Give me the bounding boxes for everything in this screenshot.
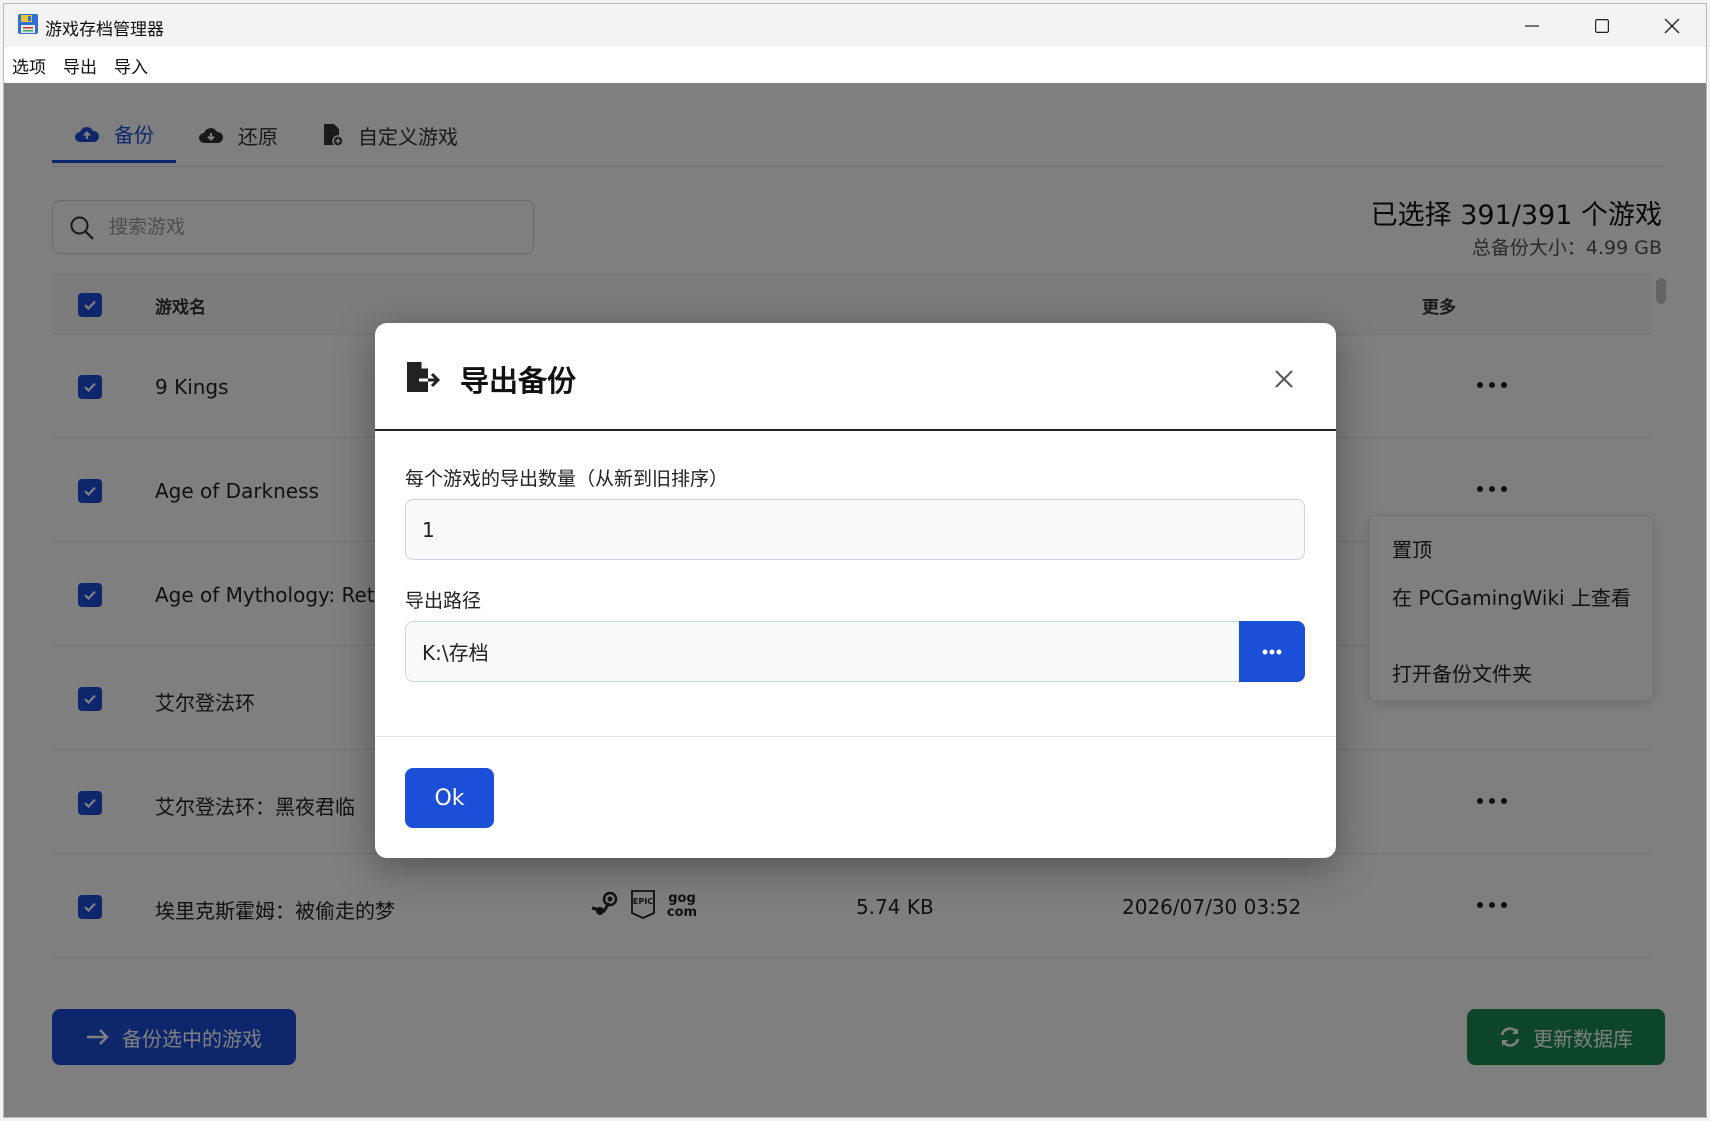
- menu-options[interactable]: 选项: [12, 53, 46, 78]
- close-icon: [1664, 18, 1680, 33]
- ellipsis-icon: [1262, 649, 1282, 654]
- browse-path-button[interactable]: [1239, 621, 1305, 682]
- maximize-icon: [1595, 18, 1609, 33]
- minimize-button[interactable]: [1497, 4, 1567, 47]
- export-backup-dialog: 导出备份 每个游戏的导出数量（从新到旧排序） 1 导出路径 K:\存档 Ok: [375, 323, 1336, 858]
- close-icon: [1275, 370, 1293, 388]
- export-count-input[interactable]: 1: [405, 499, 1305, 560]
- menu-import[interactable]: 导入: [114, 53, 148, 78]
- close-window-button[interactable]: [1637, 4, 1706, 47]
- dialog-title: 导出备份: [460, 364, 577, 398]
- dialog-close-button[interactable]: [1268, 363, 1300, 395]
- export-path-input[interactable]: K:\存档: [405, 621, 1241, 682]
- dialog-footer-divider: [375, 736, 1336, 737]
- export-path-label: 导出路径: [405, 590, 482, 612]
- floppy-disk-icon: [18, 14, 38, 34]
- menu-export[interactable]: 导出: [63, 53, 97, 78]
- maximize-button[interactable]: [1567, 4, 1637, 47]
- file-export-icon: [407, 362, 441, 392]
- window-title: 游戏存档管理器: [45, 20, 164, 40]
- dialog-header: 导出备份: [375, 323, 1336, 431]
- menu-bar: 选项 导出 导入: [4, 47, 1706, 83]
- minimize-icon: [1525, 24, 1539, 27]
- ok-button[interactable]: Ok: [405, 768, 494, 828]
- export-count-label: 每个游戏的导出数量（从新到旧排序）: [405, 468, 729, 490]
- title-bar: 游戏存档管理器: [4, 4, 1706, 47]
